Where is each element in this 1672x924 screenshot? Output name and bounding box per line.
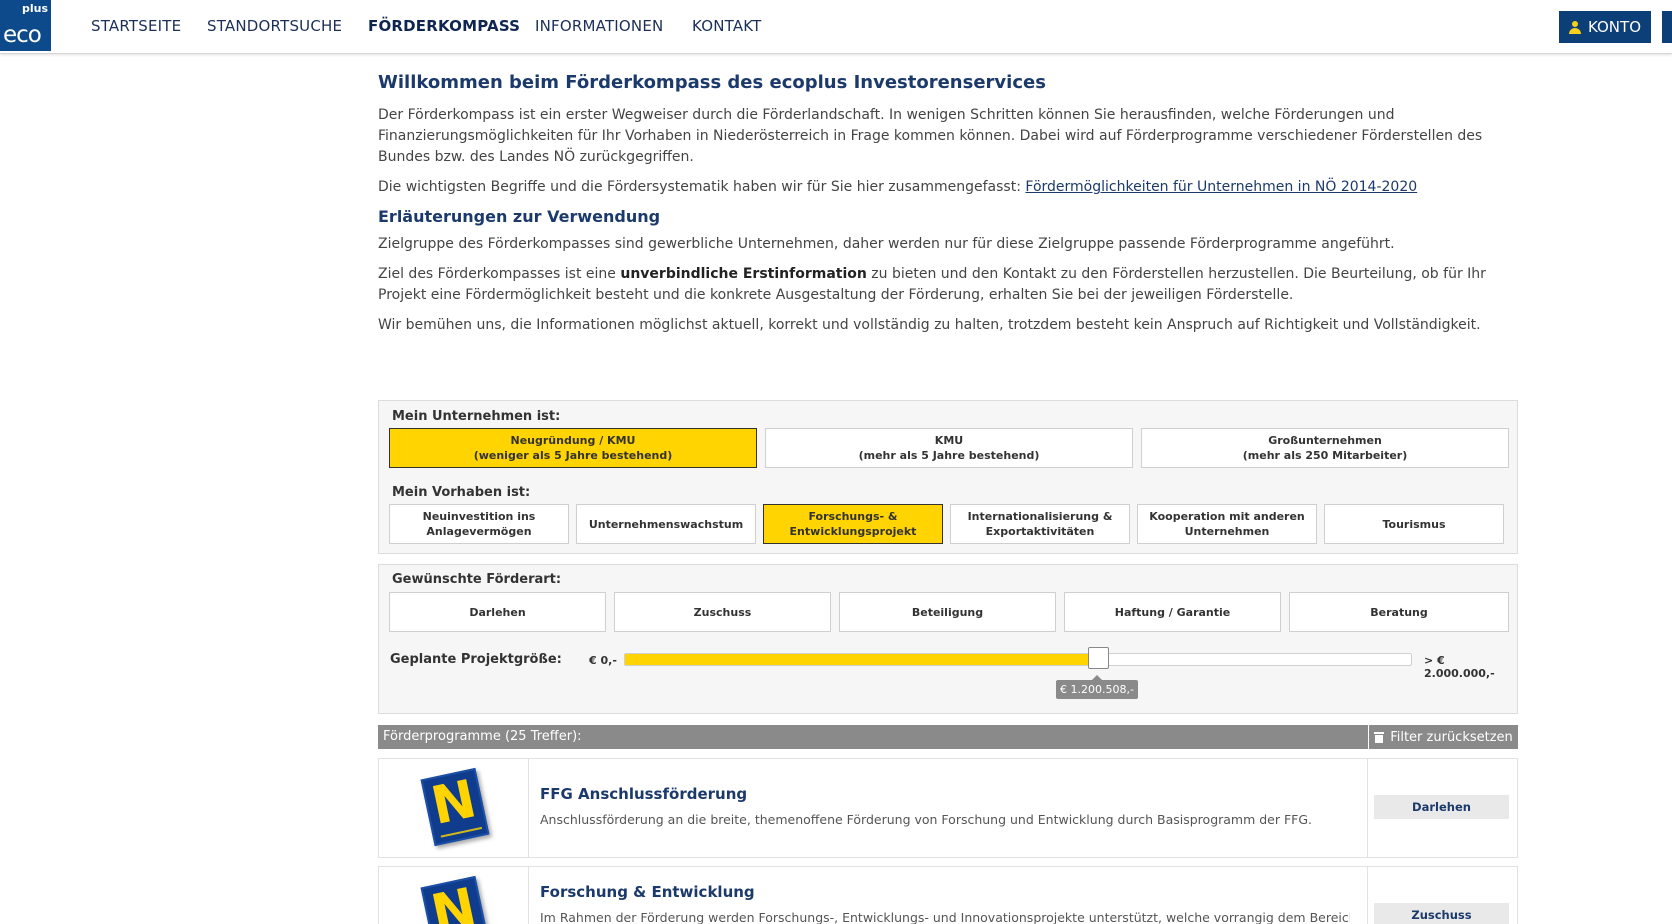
option-kmu[interactable]: KMU (mehr als 5 Jahre bestehend) (765, 428, 1133, 468)
option-line: Neuinvestition ins (422, 510, 536, 523)
option-unternehmenswachstum[interactable]: Unternehmenswachstum (576, 504, 756, 544)
result-type-badge: Zuschuss (1374, 903, 1509, 924)
option-line: KMU (934, 434, 964, 447)
project-size-slider[interactable] (624, 647, 1412, 669)
slider-min-label: € 0,- (589, 654, 617, 667)
intro-paragraph-4: Ziel des Förderkompasses ist eine unverb… (378, 264, 1518, 306)
intro-paragraph-5: Wir bemühen uns, die Informationen mögli… (378, 317, 1481, 333)
option-line: (mehr als 250 Mitarbeiter) (1242, 449, 1408, 462)
option-line: Internationalisierung & (967, 510, 1113, 523)
intro-paragraph-3: Zielgruppe des Förderkompasses sind gewe… (378, 236, 1395, 252)
nav-foerderkompass[interactable]: FÖRDERKOMPASS (368, 17, 520, 35)
option-line: Exportaktivitäten (985, 525, 1095, 538)
projektgroesse-label: Geplante Projektgröße: (390, 652, 562, 667)
card-tag-cell: Zuschuss (1367, 867, 1517, 924)
slider-handle[interactable] (1087, 647, 1109, 669)
trash-icon (1374, 731, 1385, 743)
intro-paragraph-1: Der Förderkompass ist ein erster Wegweis… (378, 107, 1483, 165)
top-navbar: plus eco STARTSEITE STANDORTSUCHE FÖRDER… (0, 0, 1672, 54)
option-beteiligung[interactable]: Beteiligung (839, 592, 1056, 632)
option-line: Kooperation mit anderen (1149, 510, 1305, 523)
option-forschung-entwicklung[interactable]: Forschungs- & Entwicklungsprojekt (763, 504, 943, 544)
konto-button[interactable]: KONTO (1559, 11, 1651, 43)
noe-n-logo-icon: N (420, 875, 490, 924)
p4-bold: unverbindliche Erstinformation (620, 266, 867, 282)
option-zuschuss[interactable]: Zuschuss (614, 592, 831, 632)
result-title[interactable]: Forschung & Entwicklung (540, 883, 755, 901)
nav-startseite[interactable]: STARTSEITE (91, 17, 181, 35)
result-title[interactable]: FFG Anschlussförderung (540, 785, 747, 803)
result-description: Im Rahmen der Förderung werden Forschung… (540, 910, 1350, 924)
option-haftung-garantie[interactable]: Haftung / Garantie (1064, 592, 1281, 632)
option-kooperation[interactable]: Kooperation mit anderen Unternehmen (1137, 504, 1317, 544)
slider-fill (625, 654, 1098, 665)
foerderart-label: Gewünschte Förderart: (392, 572, 562, 587)
p4-part-a: Ziel des Förderkompasses ist eine (378, 266, 621, 282)
option-line: Unternehmen (1184, 525, 1270, 538)
ecoplus-logo[interactable]: plus eco (0, 0, 51, 51)
navbar-edge-button[interactable] (1662, 11, 1672, 43)
logo-eco-text: eco (3, 22, 42, 48)
konto-label: KONTO (1587, 18, 1641, 36)
option-beratung[interactable]: Beratung (1289, 592, 1509, 632)
option-grossunternehmen[interactable]: Großunternehmen (mehr als 250 Mitarbeiter… (1141, 428, 1509, 468)
usage-subtitle: Erläuterungen zur Verwendung (378, 207, 661, 226)
foerdermoeglichkeiten-link[interactable]: Fördermöglichkeiten für Unternehmen in N… (1025, 179, 1417, 195)
results-count-title: Förderprogramme (25 Treffer): (383, 729, 582, 744)
results-header: Förderprogramme (25 Treffer): Filter zur… (378, 725, 1518, 749)
filter-reset-button[interactable]: Filter zurücksetzen (1368, 725, 1518, 749)
option-line: Unternehmenswachstum (588, 517, 744, 531)
option-line: Forschungs- & (808, 510, 898, 523)
unternehmen-label: Mein Unternehmen ist: (392, 409, 561, 424)
vorhaben-label: Mein Vorhaben ist: (392, 485, 531, 500)
result-description: Anschlussförderung an die breite, themen… (540, 812, 1313, 827)
option-line: (weniger als 5 Jahre bestehend) (473, 449, 673, 462)
nav-standortsuche[interactable]: STANDORTSUCHE (207, 17, 342, 35)
slider-max-label: > € 2.000.000,- (1424, 654, 1495, 680)
option-line: Anlagevermögen (426, 525, 532, 538)
option-line: Neugründung / KMU (510, 434, 636, 447)
card-tag-cell: Darlehen (1367, 759, 1517, 857)
option-line: (mehr als 5 Jahre bestehend) (858, 449, 1040, 462)
company-project-filter-panel: Mein Unternehmen ist: Neugründung / KMU (… (378, 400, 1518, 554)
option-line: Entwicklungsprojekt (789, 525, 917, 538)
user-icon (1568, 20, 1581, 34)
option-neuinvestition[interactable]: Neuinvestition ins Anlagevermögen (389, 504, 569, 544)
option-tourismus[interactable]: Tourismus (1324, 504, 1504, 544)
logo-plus-text: plus (21, 2, 48, 15)
card-logo-cell: N (379, 867, 529, 924)
option-line: Tourismus (1382, 517, 1446, 531)
filter-reset-label: Filter zurücksetzen (1390, 729, 1513, 745)
option-darlehen[interactable]: Darlehen (389, 592, 606, 632)
intro-paragraph-2: Die wichtigsten Begriffe und die Förders… (378, 177, 1518, 198)
intro-section: Willkommen beim Förderkompass des ecoplu… (378, 72, 1518, 345)
slider-value-tooltip: € 1.200.508,- (1056, 675, 1138, 699)
nav-kontakt[interactable]: KONTAKT (692, 17, 762, 35)
page-title: Willkommen beim Förderkompass des ecoplu… (378, 72, 1046, 93)
intro-paragraph-2-text: Die wichtigsten Begriffe und die Förders… (378, 179, 1026, 195)
result-card[interactable]: N Forschung & Entwicklung Im Rahmen der … (378, 866, 1518, 924)
nav-informationen[interactable]: INFORMATIONEN (535, 17, 663, 35)
option-internationalisierung[interactable]: Internationalisierung & Exportaktivitäten (950, 504, 1130, 544)
result-type-badge: Darlehen (1374, 795, 1509, 819)
option-neugruendung-kmu[interactable]: Neugründung / KMU (weniger als 5 Jahre be… (389, 428, 757, 468)
option-line: Großunternehmen (1268, 434, 1382, 447)
result-card[interactable]: N FFG Anschlussförderung Anschlussförder… (378, 758, 1518, 858)
card-logo-cell: N (379, 759, 529, 857)
noe-n-logo-icon: N (420, 767, 490, 847)
funding-type-panel: Gewünschte Förderart: Darlehen Zuschuss … (378, 564, 1518, 714)
